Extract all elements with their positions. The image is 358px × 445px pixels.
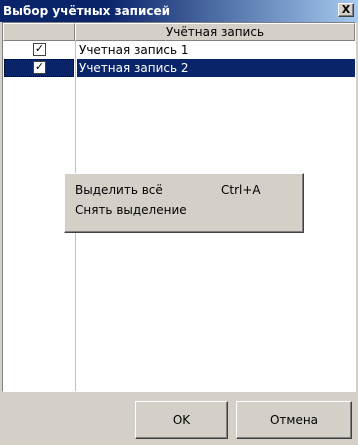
list-header: Учётная запись	[3, 23, 355, 41]
column-header-check[interactable]	[3, 23, 75, 41]
menu-item-label: Снять выделение	[75, 203, 187, 217]
column-header-account[interactable]: Учётная запись	[75, 23, 355, 41]
ok-button[interactable]: OK	[135, 401, 228, 439]
selected-cell: Учетная запись 2	[77, 59, 355, 77]
menu-item-deselect[interactable]: Снять выделение	[67, 200, 301, 220]
account-name: Учетная запись 2	[79, 61, 189, 75]
checkmark-icon: ✓	[34, 60, 45, 73]
menu-item-label: Выделить всё	[75, 183, 163, 197]
menu-item-shortcut: Ctrl+A	[221, 183, 261, 197]
selection-focus: ✓	[4, 59, 74, 77]
row-checkbox[interactable]: ✓	[33, 42, 46, 56]
close-button[interactable]: X	[338, 3, 354, 17]
list-row-selected[interactable]: ✓ Учетная запись 2	[3, 59, 355, 77]
row-checkbox[interactable]: ✓	[33, 60, 46, 74]
list-row[interactable]: ✓ Учетная запись 1	[3, 41, 355, 59]
window-title: Выбор учётных записей	[3, 4, 171, 18]
checkmark-icon: ✓	[34, 42, 45, 55]
cancel-button[interactable]: Отмена	[236, 401, 352, 439]
account-name: Учетная запись 1	[79, 43, 189, 57]
close-icon: X	[341, 3, 351, 16]
menu-item-select-all[interactable]: Выделить всё Ctrl+A	[67, 180, 301, 200]
context-menu: Выделить всё Ctrl+A Снять выделение	[64, 173, 304, 233]
title-bar: Выбор учётных записей X	[0, 0, 358, 22]
